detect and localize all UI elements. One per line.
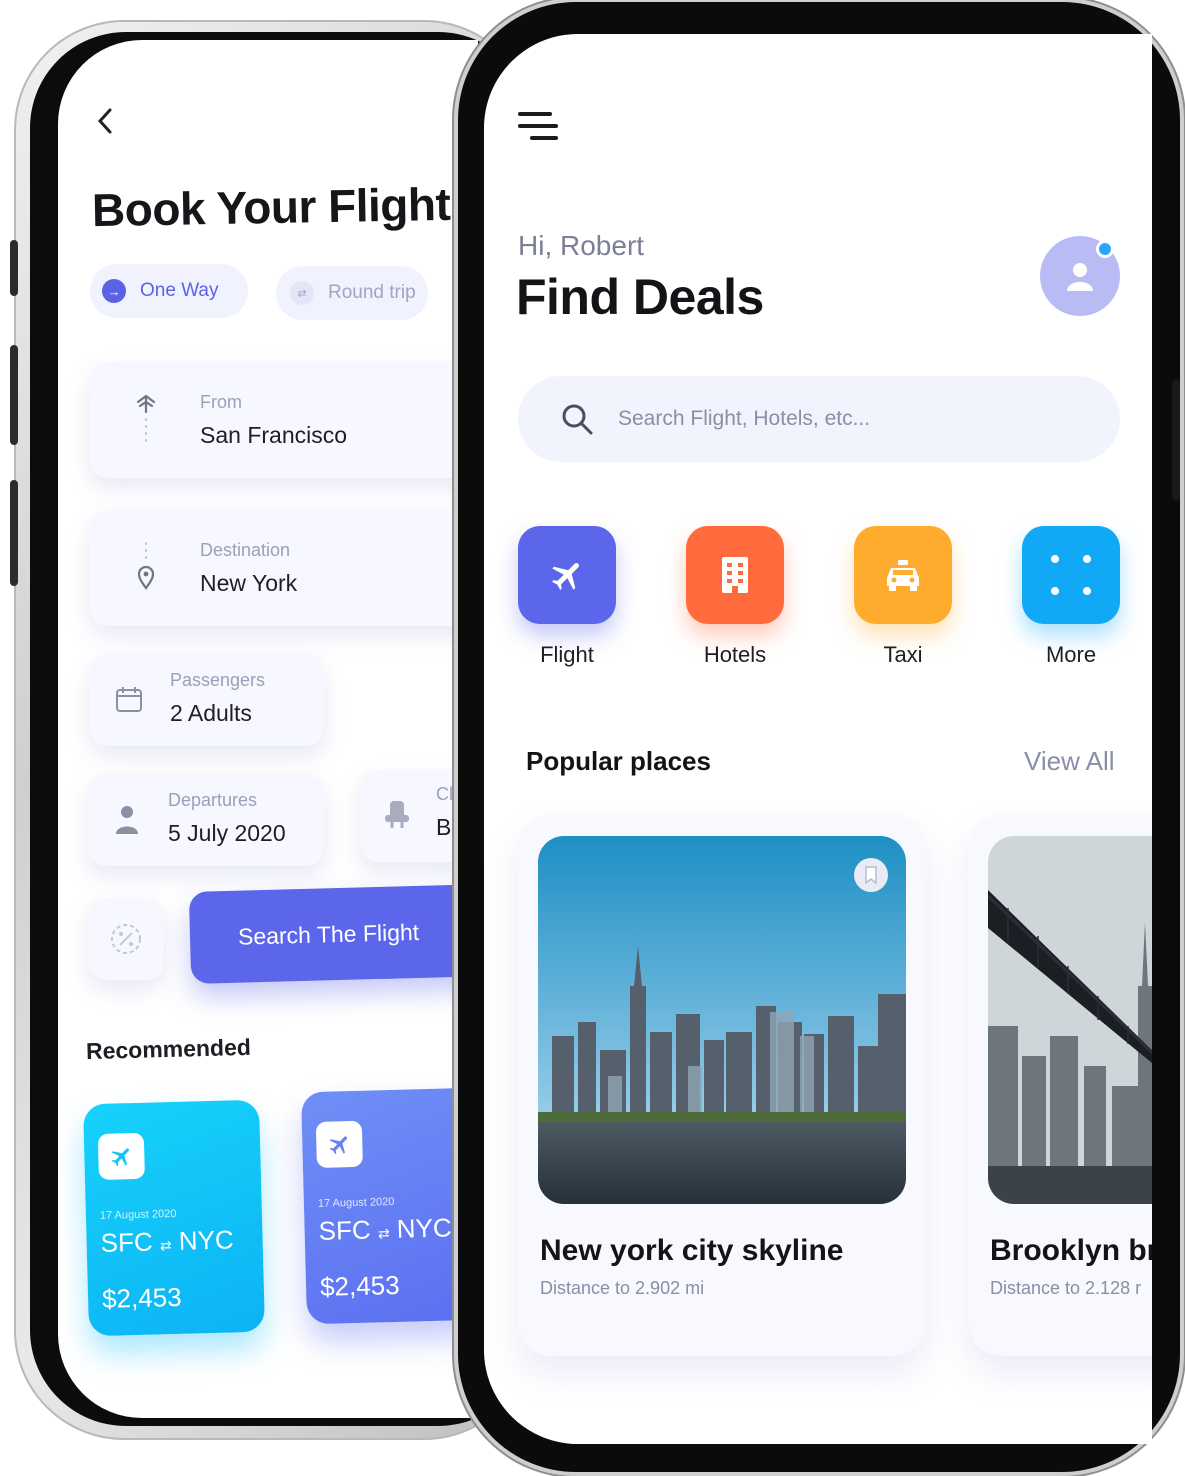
place-card[interactable]: Brooklyn br Distance to 2.128 r bbox=[968, 814, 1152, 1356]
departure-pin-icon bbox=[134, 392, 158, 452]
class-label: Cl bbox=[436, 784, 453, 804]
user-icon bbox=[1067, 263, 1093, 291]
category-hotels[interactable]: Hotels bbox=[685, 526, 785, 668]
category-label: More bbox=[1045, 642, 1097, 667]
bookmark-icon[interactable] bbox=[854, 858, 888, 892]
view-all-link[interactable]: View All bbox=[1024, 746, 1115, 777]
passengers-label: Passengers bbox=[170, 670, 266, 690]
card-date: 17 August 2020 bbox=[99, 1207, 177, 1222]
place-name: New york city skyline bbox=[540, 1234, 844, 1267]
search-bar[interactable]: Search Flight, Hotels, etc... bbox=[518, 376, 1120, 462]
trip-type-round-trip[interactable]: ⇄ Round trip bbox=[276, 266, 428, 320]
menu-icon[interactable] bbox=[518, 112, 558, 142]
greeting: Hi, Robert bbox=[518, 230, 645, 261]
category-label: Flight bbox=[540, 642, 594, 667]
category-label: Taxi bbox=[883, 642, 923, 667]
route-from: SFC bbox=[100, 1226, 154, 1258]
search-flight-button[interactable]: Search The Flight bbox=[188, 884, 478, 984]
from-field[interactable]: From San Francisco bbox=[90, 362, 478, 478]
location-pin-icon bbox=[136, 540, 156, 602]
trip-type-label: Round trip bbox=[328, 282, 416, 303]
category-taxi[interactable]: Taxi bbox=[853, 526, 953, 668]
plane-icon bbox=[97, 1132, 145, 1180]
place-name: Brooklyn br bbox=[990, 1234, 1152, 1267]
notification-dot bbox=[1096, 240, 1114, 258]
back-button[interactable] bbox=[94, 106, 116, 144]
route-to: NYC bbox=[178, 1224, 235, 1256]
avatar[interactable] bbox=[1040, 236, 1120, 316]
departures-label: Departures bbox=[168, 790, 258, 810]
destination-value: New York bbox=[200, 570, 298, 596]
arrow-right-icon: → bbox=[102, 279, 126, 303]
card-price: $2,453 bbox=[319, 1269, 400, 1302]
chevron-left-icon bbox=[97, 108, 112, 134]
recommended-title: Recommended bbox=[85, 1033, 252, 1065]
page-title: Find Deals bbox=[516, 269, 764, 325]
back-screen: Book Your Flight → One Way ⇄ Round trip … bbox=[58, 40, 478, 1418]
departures-field[interactable]: Departures 5 July 2020 bbox=[88, 774, 324, 866]
grid-dots-icon bbox=[1022, 526, 1120, 624]
percent-icon bbox=[111, 924, 141, 954]
trip-type-label: One Way bbox=[140, 280, 219, 301]
popular-places-title: Popular places bbox=[526, 746, 711, 776]
place-card[interactable]: New york city skyline Distance to 2.902 … bbox=[518, 814, 926, 1356]
category-label: Hotels bbox=[703, 642, 767, 667]
search-input[interactable]: Search Flight, Hotels, etc... bbox=[618, 407, 870, 431]
volume-down-button bbox=[10, 480, 18, 586]
plane-icon bbox=[315, 1120, 363, 1168]
search-icon bbox=[562, 404, 593, 435]
departures-value: 5 July 2020 bbox=[168, 820, 286, 846]
destination-field[interactable]: Destination New York bbox=[90, 510, 478, 626]
front-screen: Hi, Robert Find Deals Search Flight, Hot… bbox=[484, 34, 1152, 1444]
route-to: NYC bbox=[396, 1212, 453, 1244]
recommended-card[interactable]: 17 August 2020 SFC ⇄ NYC $2,453 bbox=[82, 1099, 266, 1337]
trip-type-one-way[interactable]: → One Way bbox=[90, 264, 248, 318]
swap-icon: ⇄ bbox=[290, 281, 314, 305]
from-value: San Francisco bbox=[200, 422, 348, 448]
building-icon bbox=[686, 526, 784, 624]
passengers-value: 2 Adults bbox=[170, 700, 252, 726]
swap-icon: ⇄ bbox=[159, 1237, 172, 1254]
seat-icon bbox=[382, 798, 412, 836]
recommended-card[interactable]: 17 August 2020 SFC ⇄ NYC $2,453 bbox=[300, 1087, 478, 1325]
power-button bbox=[1172, 380, 1180, 500]
category-more[interactable]: More bbox=[1021, 526, 1121, 668]
card-route: SFC ⇄ NYC bbox=[100, 1224, 234, 1258]
calendar-icon bbox=[114, 684, 144, 720]
category-flight[interactable]: Flight bbox=[517, 526, 617, 668]
place-photo-brooklyn bbox=[988, 836, 1152, 1204]
volume-up-button bbox=[10, 345, 18, 445]
taxi-icon bbox=[854, 526, 952, 624]
card-price: $2,453 bbox=[101, 1281, 182, 1314]
from-label: From bbox=[200, 392, 242, 412]
route-from: SFC bbox=[318, 1214, 372, 1246]
person-icon bbox=[114, 804, 140, 840]
passengers-field[interactable]: Passengers 2 Adults bbox=[90, 654, 324, 746]
place-distance: Distance to 2.902 mi bbox=[540, 1278, 705, 1298]
card-date: 17 August 2020 bbox=[317, 1195, 395, 1210]
swap-icon: ⇄ bbox=[377, 1225, 390, 1242]
destination-label: Destination bbox=[200, 540, 291, 560]
place-distance: Distance to 2.128 r bbox=[990, 1278, 1142, 1298]
plane-icon bbox=[518, 526, 616, 624]
volume-button bbox=[10, 240, 18, 296]
card-route: SFC ⇄ NYC bbox=[318, 1212, 452, 1246]
promo-button[interactable] bbox=[88, 898, 164, 980]
place-photo-nyc bbox=[538, 836, 906, 1204]
page-title: Book Your Flight bbox=[91, 177, 451, 237]
